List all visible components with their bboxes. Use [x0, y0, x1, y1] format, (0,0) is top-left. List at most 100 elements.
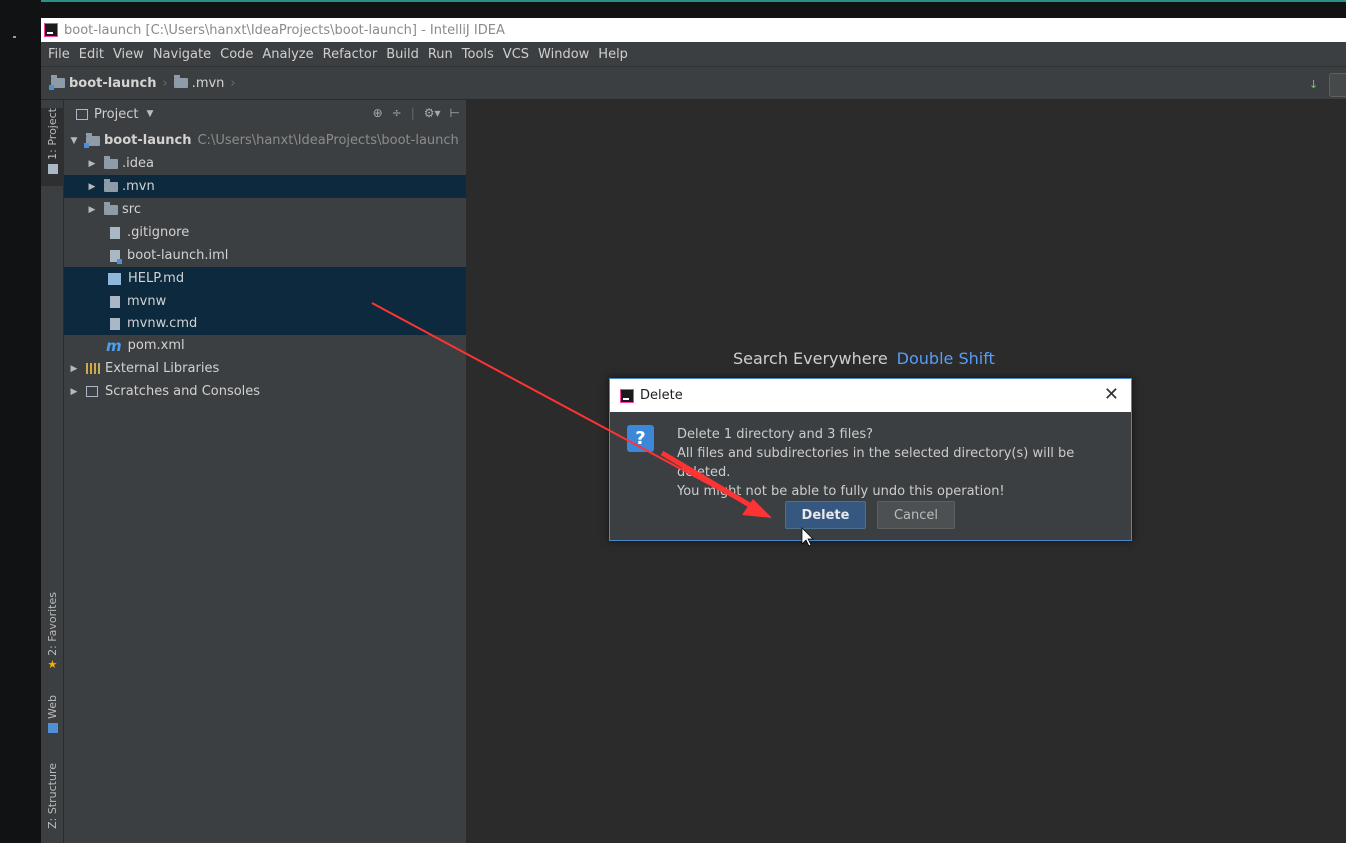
cancel-button[interactable]: Cancel	[877, 501, 955, 529]
web-icon	[47, 722, 58, 733]
question-icon: ?	[627, 425, 654, 452]
collapse-arrow-icon[interactable]: ▶	[68, 364, 80, 374]
menu-vcs[interactable]: VCS	[503, 47, 529, 62]
text-file-icon	[110, 317, 120, 330]
tab-project[interactable]: 1: Project	[41, 108, 64, 186]
build-icon[interactable]: ↓	[1309, 78, 1323, 92]
menu-refactor[interactable]: Refactor	[323, 47, 378, 62]
module-file-icon	[110, 249, 122, 264]
project-panel-tools: ⊕ ÷ | ⚙▾ ⊢	[373, 106, 460, 120]
menu-analyze[interactable]: Analyze	[262, 47, 313, 62]
window-title: boot-launch [C:\Users\hanxt\IdeaProjects…	[64, 22, 505, 38]
text-file-icon	[110, 295, 120, 308]
tree-item-label: src	[122, 202, 141, 217]
collapse-arrow-icon[interactable]: ▶	[86, 159, 98, 169]
dialog-message-line: You might not be able to fully undo this…	[677, 484, 1005, 499]
window-titlebar[interactable]: boot-launch [C:\Users\hanxt\IdeaProjects…	[41, 18, 1346, 42]
project-panel-title[interactable]: Project	[94, 107, 138, 122]
close-icon[interactable]: ✕	[1104, 384, 1119, 405]
tree-item-iml[interactable]: boot-launch.iml	[64, 244, 466, 267]
hint-label: Search Everywhere	[733, 349, 888, 368]
tab-structure[interactable]: Z: Structure	[41, 763, 64, 843]
tree-item-gitignore[interactable]: .gitignore	[64, 221, 466, 244]
screen-tick	[13, 36, 16, 38]
library-icon	[86, 363, 100, 374]
markdown-file-icon	[108, 272, 121, 285]
tree-item-label: .idea	[122, 156, 154, 171]
text-file-icon	[110, 226, 120, 239]
tree-item-external-libraries[interactable]: ▶ External Libraries	[64, 357, 466, 380]
intellij-logo-icon	[620, 388, 634, 403]
menu-code[interactable]: Code	[220, 47, 253, 62]
delete-dialog: Delete ✕ ? Delete 1 directory and 3 file…	[609, 378, 1132, 541]
tree-item-label: mvnw	[127, 294, 167, 309]
tree-item-label: .mvn	[122, 179, 155, 194]
tree-item-help-md[interactable]: HELP.md	[64, 267, 466, 290]
tree-item-label: pom.xml	[127, 338, 185, 353]
project-panel: Project ▼ ⊕ ÷ | ⚙▾ ⊢ ▼ boot-launch C:\Us…	[64, 100, 466, 843]
left-tool-stripe: 1: Project 2: Favorites ★ Web Z: Structu…	[41, 100, 64, 843]
folder-icon	[104, 155, 118, 169]
breadcrumb-folder-label: .mvn	[191, 75, 225, 91]
project-panel-header: Project ▼ ⊕ ÷ | ⚙▾ ⊢	[64, 100, 466, 128]
project-view-icon	[76, 108, 88, 120]
menu-file[interactable]: File	[48, 47, 70, 62]
dialog-title: Delete	[640, 388, 683, 403]
module-folder-icon	[49, 75, 65, 90]
scratches-icon	[86, 386, 98, 397]
collapse-arrow-icon[interactable]: ▶	[86, 205, 98, 215]
tree-root-path: C:\Users\hanxt\IdeaProjects\boot-launch	[197, 133, 459, 148]
breadcrumb-project-label: boot-launch	[69, 75, 157, 91]
tree-item-mvnw-cmd[interactable]: mvnw.cmd	[64, 312, 466, 335]
menu-view[interactable]: View	[113, 47, 144, 62]
tree-item-src[interactable]: ▶ src	[64, 198, 466, 221]
tab-web[interactable]: Web	[41, 695, 64, 739]
run-config-button[interactable]	[1329, 73, 1346, 97]
dropdown-icon[interactable]: ▼	[146, 109, 153, 119]
search-everywhere-hint: Search Everywhere Double Shift	[733, 349, 995, 368]
expand-arrow-icon[interactable]: ▼	[68, 136, 80, 146]
star-icon: ★	[47, 657, 58, 671]
tree-item-label: mvnw.cmd	[127, 316, 198, 331]
breadcrumb-project[interactable]: boot-launch	[49, 75, 157, 91]
collapse-arrow-icon[interactable]: ▶	[86, 182, 98, 192]
hide-panel-icon[interactable]: ⊢	[450, 106, 460, 120]
menu-build[interactable]: Build	[386, 47, 419, 62]
menu-run[interactable]: Run	[428, 47, 453, 62]
locate-icon[interactable]: ⊕	[373, 106, 383, 120]
tree-item-mvn[interactable]: ▶ .mvn	[64, 175, 466, 198]
breadcrumb-folder[interactable]: .mvn	[173, 75, 225, 91]
screen-margin	[0, 0, 41, 843]
breadcrumb: boot-launch › .mvn › ↓	[41, 66, 1346, 100]
tab-favorites-label: 2: Favorites	[46, 592, 59, 656]
breadcrumb-separator-icon: ›	[162, 75, 168, 91]
tree-item-mvnw[interactable]: mvnw	[64, 290, 466, 313]
tree-item-label: HELP.md	[128, 271, 185, 286]
dialog-titlebar[interactable]: Delete ✕	[610, 379, 1131, 412]
folder-icon	[104, 201, 118, 215]
collapse-all-icon[interactable]: ÷	[392, 106, 402, 120]
toolbar-divider: |	[410, 106, 415, 120]
collapse-arrow-icon[interactable]: ▶	[68, 387, 80, 397]
tree-item-pom[interactable]: m pom.xml	[64, 334, 466, 357]
dialog-message-line: Delete 1 directory and 3 files?	[677, 427, 874, 442]
folder-icon	[104, 178, 118, 192]
gear-icon[interactable]: ⚙▾	[424, 106, 441, 120]
top-accent-line	[41, 0, 1346, 2]
tab-project-label: 1: Project	[46, 108, 59, 160]
tab-structure-label: Z: Structure	[46, 763, 59, 829]
menu-help[interactable]: Help	[598, 47, 628, 62]
dialog-message-line: All files and subdirectories in the sele…	[677, 446, 1075, 480]
tree-item-idea[interactable]: ▶ .idea	[64, 152, 466, 175]
menu-tools[interactable]: Tools	[462, 47, 494, 62]
menu-edit[interactable]: Edit	[79, 47, 104, 62]
breadcrumb-separator-icon: ›	[230, 75, 236, 91]
maven-icon: m	[106, 336, 122, 355]
tab-favorites[interactable]: 2: Favorites ★	[41, 592, 64, 674]
menu-window[interactable]: Window	[538, 47, 589, 62]
menu-navigate[interactable]: Navigate	[153, 47, 211, 62]
tree-item-scratches[interactable]: ▶ Scratches and Consoles	[64, 380, 466, 403]
delete-button[interactable]: Delete	[785, 501, 866, 529]
tab-web-label: Web	[46, 695, 59, 719]
tree-root[interactable]: ▼ boot-launch C:\Users\hanxt\IdeaProject…	[64, 129, 466, 152]
